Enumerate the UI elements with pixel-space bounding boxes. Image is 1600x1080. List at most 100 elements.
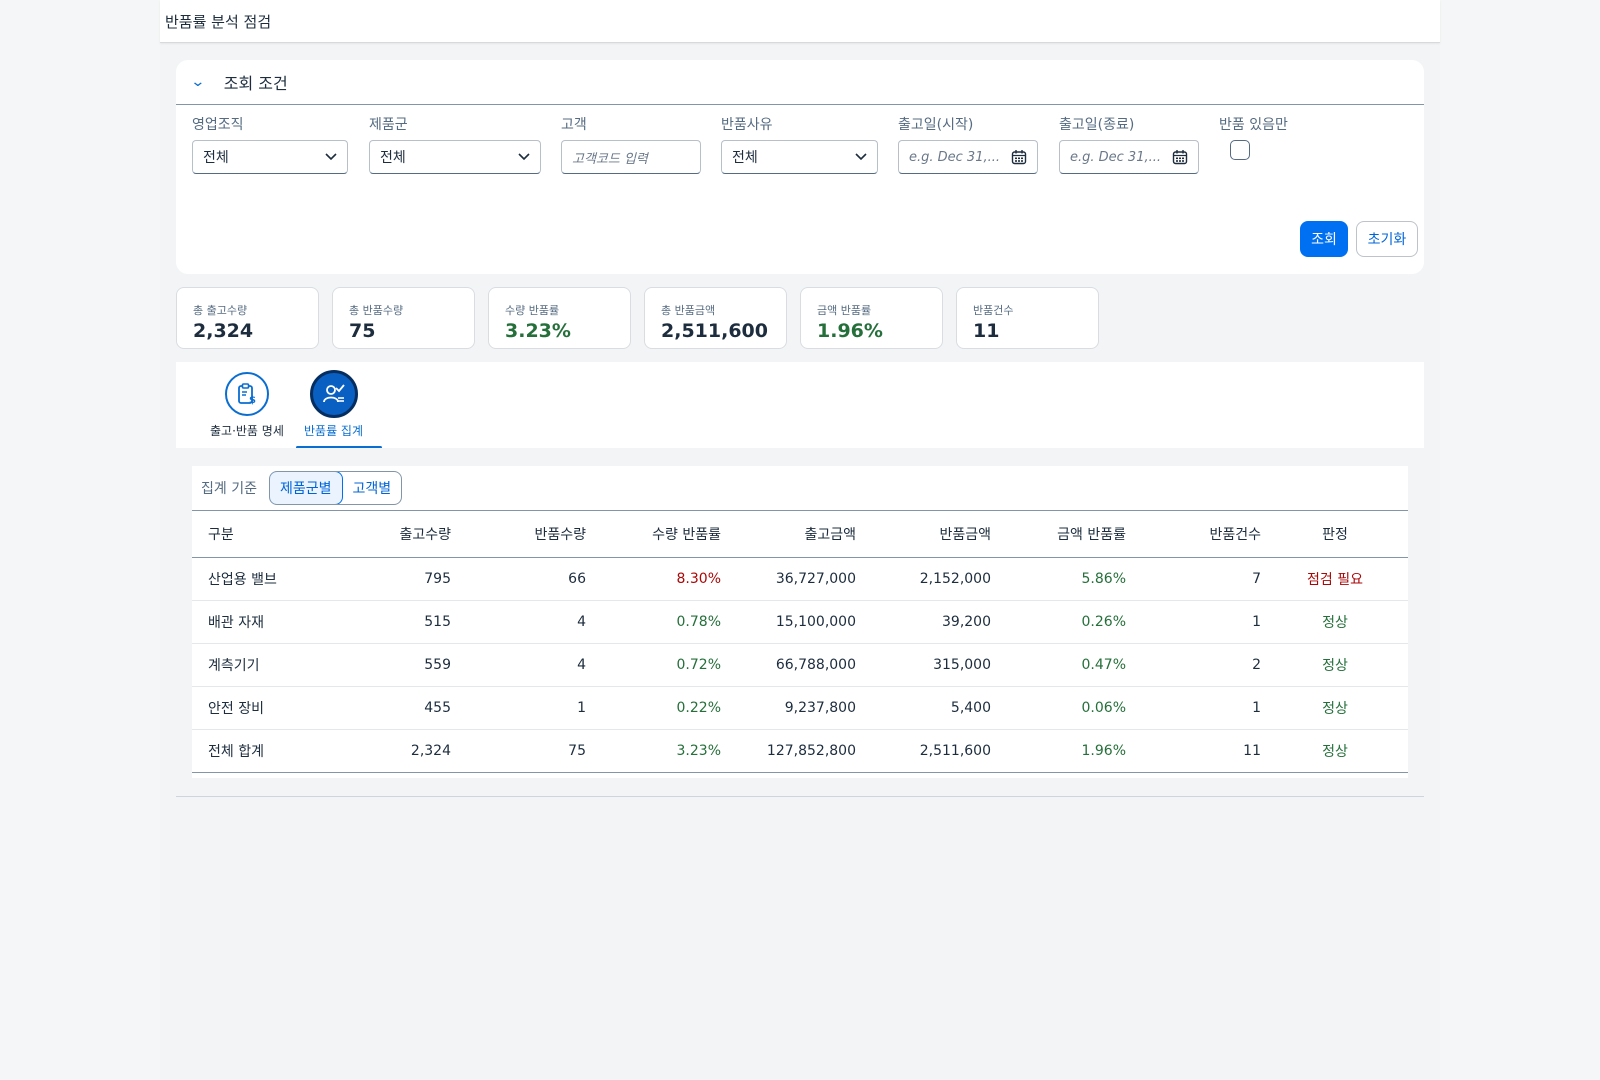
cell-category: 배관 자재	[208, 615, 264, 631]
column-header[interactable]: 금액 반품률	[992, 511, 1127, 558]
cell-judgement: 점검 필요	[1307, 572, 1363, 588]
table-row[interactable]: 안전 장비 455 1 0.22% 9,237,800 5,400 0.06% …	[192, 687, 1408, 730]
column-header[interactable]: 출고금액	[722, 511, 857, 558]
table-header-row: 구분 출고수량 반품수량 수량 반품률 출고금액 반품금액 금액 반품률 반품건…	[192, 510, 1408, 558]
cell-ship-amount: 66,788,000	[775, 657, 856, 673]
column-header[interactable]: 반품건수	[1127, 511, 1262, 558]
cell-return-count: 1	[1252, 700, 1261, 716]
reset-button[interactable]: 초기화	[1356, 221, 1418, 257]
date-from-label: 출고일(시작)	[898, 117, 974, 133]
date-from-placeholder: e.g. Dec 31,...	[909, 149, 1001, 165]
cell-return-qty: 4	[577, 614, 586, 630]
cell-return-amount: 2,152,000	[919, 571, 991, 587]
customer-placeholder: 고객코드 입력	[572, 151, 648, 167]
org-select[interactable]: 전체	[192, 140, 348, 174]
kpi-value: 1.96%	[817, 320, 883, 342]
column-header[interactable]: 수량 반품률	[587, 511, 722, 558]
cell-category: 안전 장비	[208, 701, 264, 717]
column-header[interactable]: 반품금액	[857, 511, 992, 558]
reason-select[interactable]: 전체	[721, 140, 878, 174]
cell-category: 전체 합계	[208, 744, 264, 760]
filter-section-title: 조회 조건	[223, 74, 288, 93]
kpi-card: 총 반품금액 2,511,600	[644, 287, 787, 349]
return-rate-table: 구분 출고수량 반품수량 수량 반품률 출고금액 반품금액 금액 반품률 반품건…	[192, 510, 1408, 773]
chevron-down-icon[interactable]: ⌄	[190, 74, 205, 90]
table-row[interactable]: 배관 자재 515 4 0.78% 15,100,000 39,200 0.26…	[192, 601, 1408, 644]
org-value: 전체	[203, 150, 229, 166]
customer-field: 고객 고객코드 입력	[561, 114, 701, 174]
calendar-icon[interactable]	[1011, 149, 1027, 165]
summary-table-container: 집계 기준 제품군별 고객별 구분 출고수량 반품수량 수량 반품률 출고금액 …	[192, 466, 1408, 778]
icon-tab-bar: $ 출고·반품 명세 반품률 집계	[176, 362, 1424, 449]
kpi-label: 반품건수	[973, 304, 1014, 317]
cell-qty-return-rate: 8.30%	[676, 571, 721, 587]
org-field: 영업조직 전체	[192, 114, 348, 174]
cell-qty-return-rate: 3.23%	[676, 743, 721, 759]
product-group-select[interactable]: 전체	[369, 140, 541, 174]
filter-header[interactable]: ⌄ 조회 조건	[176, 60, 1424, 105]
kpi-value: 75	[349, 320, 376, 342]
column-header[interactable]: 판정	[1262, 511, 1408, 558]
svg-text:$: $	[249, 395, 256, 406]
reason-label: 반품사유	[721, 117, 773, 133]
cell-ship-qty: 515	[424, 614, 451, 630]
cell-return-count: 1	[1252, 614, 1261, 630]
column-header[interactable]: 반품수량	[452, 511, 587, 558]
org-label: 영업조직	[192, 117, 244, 133]
aggregation-toolbar: 집계 기준 제품군별 고객별	[192, 466, 1408, 510]
tab-return-rate-summary[interactable]: 반품률 집계	[304, 370, 364, 439]
cell-ship-qty: 795	[424, 571, 451, 587]
date-to-input[interactable]: e.g. Dec 31,...	[1059, 140, 1199, 174]
cell-category: 산업용 밸브	[208, 572, 277, 588]
customer-label: 고객	[561, 117, 587, 133]
cell-return-amount: 5,400	[950, 700, 991, 716]
kpi-label: 총 반품수량	[349, 304, 404, 317]
reason-field: 반품사유 전체	[721, 114, 878, 174]
tab-label: 반품률 집계	[304, 424, 364, 438]
cell-return-qty: 75	[568, 743, 586, 759]
tab-shipment-return-details[interactable]: $ 출고·반품 명세	[210, 372, 284, 439]
cell-ship-qty: 455	[424, 700, 451, 716]
kpi-card: 수량 반품률 3.23%	[488, 287, 631, 349]
chevron-down-icon	[518, 150, 530, 164]
kpi-card: 금액 반품률 1.96%	[800, 287, 943, 349]
search-button[interactable]: 조회	[1300, 221, 1348, 257]
product-group-label: 제품군	[369, 117, 408, 133]
cell-judgement: 정상	[1322, 658, 1348, 674]
kpi-value: 2,324	[193, 320, 254, 342]
segment-by-customer[interactable]: 고객별	[343, 472, 402, 504]
date-from-input[interactable]: e.g. Dec 31,...	[898, 140, 1038, 174]
chevron-down-icon	[325, 150, 337, 164]
kpi-value: 3.23%	[505, 320, 571, 342]
date-from-field: 출고일(시작) e.g. Dec 31,...	[898, 114, 1038, 174]
aggregation-label: 집계 기준	[201, 481, 257, 497]
calendar-icon[interactable]	[1172, 149, 1188, 165]
aggregation-segmented-button: 제품군별 고객별	[268, 471, 403, 505]
kpi-card: 총 출고수량 2,324	[176, 287, 319, 349]
date-to-label: 출고일(종료)	[1059, 117, 1135, 133]
reason-value: 전체	[732, 150, 758, 166]
page: 반품률 분석 점검 ⌄ 조회 조건 영업조직 전체 제품군 전체 고객 고객코드…	[160, 0, 1440, 1080]
table-row[interactable]: 산업용 밸브 795 66 8.30% 36,727,000 2,152,000…	[192, 558, 1408, 601]
kpi-label: 금액 반품률	[817, 304, 872, 317]
column-header[interactable]: 구분	[192, 511, 327, 558]
table-total-row[interactable]: 전체 합계 2,324 75 3.23% 127,852,800 2,511,6…	[192, 730, 1408, 773]
cell-judgement: 정상	[1322, 615, 1348, 631]
page-title: 반품률 분석 점검	[160, 0, 1440, 43]
cell-judgement: 정상	[1322, 701, 1348, 717]
kpi-card: 총 반품수량 75	[332, 287, 475, 349]
segment-by-product-group[interactable]: 제품군별	[269, 472, 343, 504]
cell-return-qty: 1	[577, 700, 586, 716]
returns-only-checkbox[interactable]	[1230, 140, 1250, 160]
date-to-field: 출고일(종료) e.g. Dec 31,...	[1059, 114, 1199, 174]
user-check-icon	[309, 370, 358, 418]
cell-qty-return-rate: 0.22%	[676, 700, 721, 716]
kpi-label: 수량 반품률	[505, 304, 560, 317]
customer-input[interactable]: 고객코드 입력	[561, 140, 701, 174]
cell-qty-return-rate: 0.78%	[676, 614, 721, 630]
kpi-label: 총 반품금액	[661, 304, 716, 317]
kpi-row: 총 출고수량 2,324 총 반품수량 75 수량 반품률 3.23% 총 반품…	[176, 287, 1099, 349]
cell-amount-return-rate: 1.96%	[1081, 743, 1126, 759]
table-row[interactable]: 계측기기 559 4 0.72% 66,788,000 315,000 0.47…	[192, 644, 1408, 687]
column-header[interactable]: 출고수량	[327, 511, 452, 558]
